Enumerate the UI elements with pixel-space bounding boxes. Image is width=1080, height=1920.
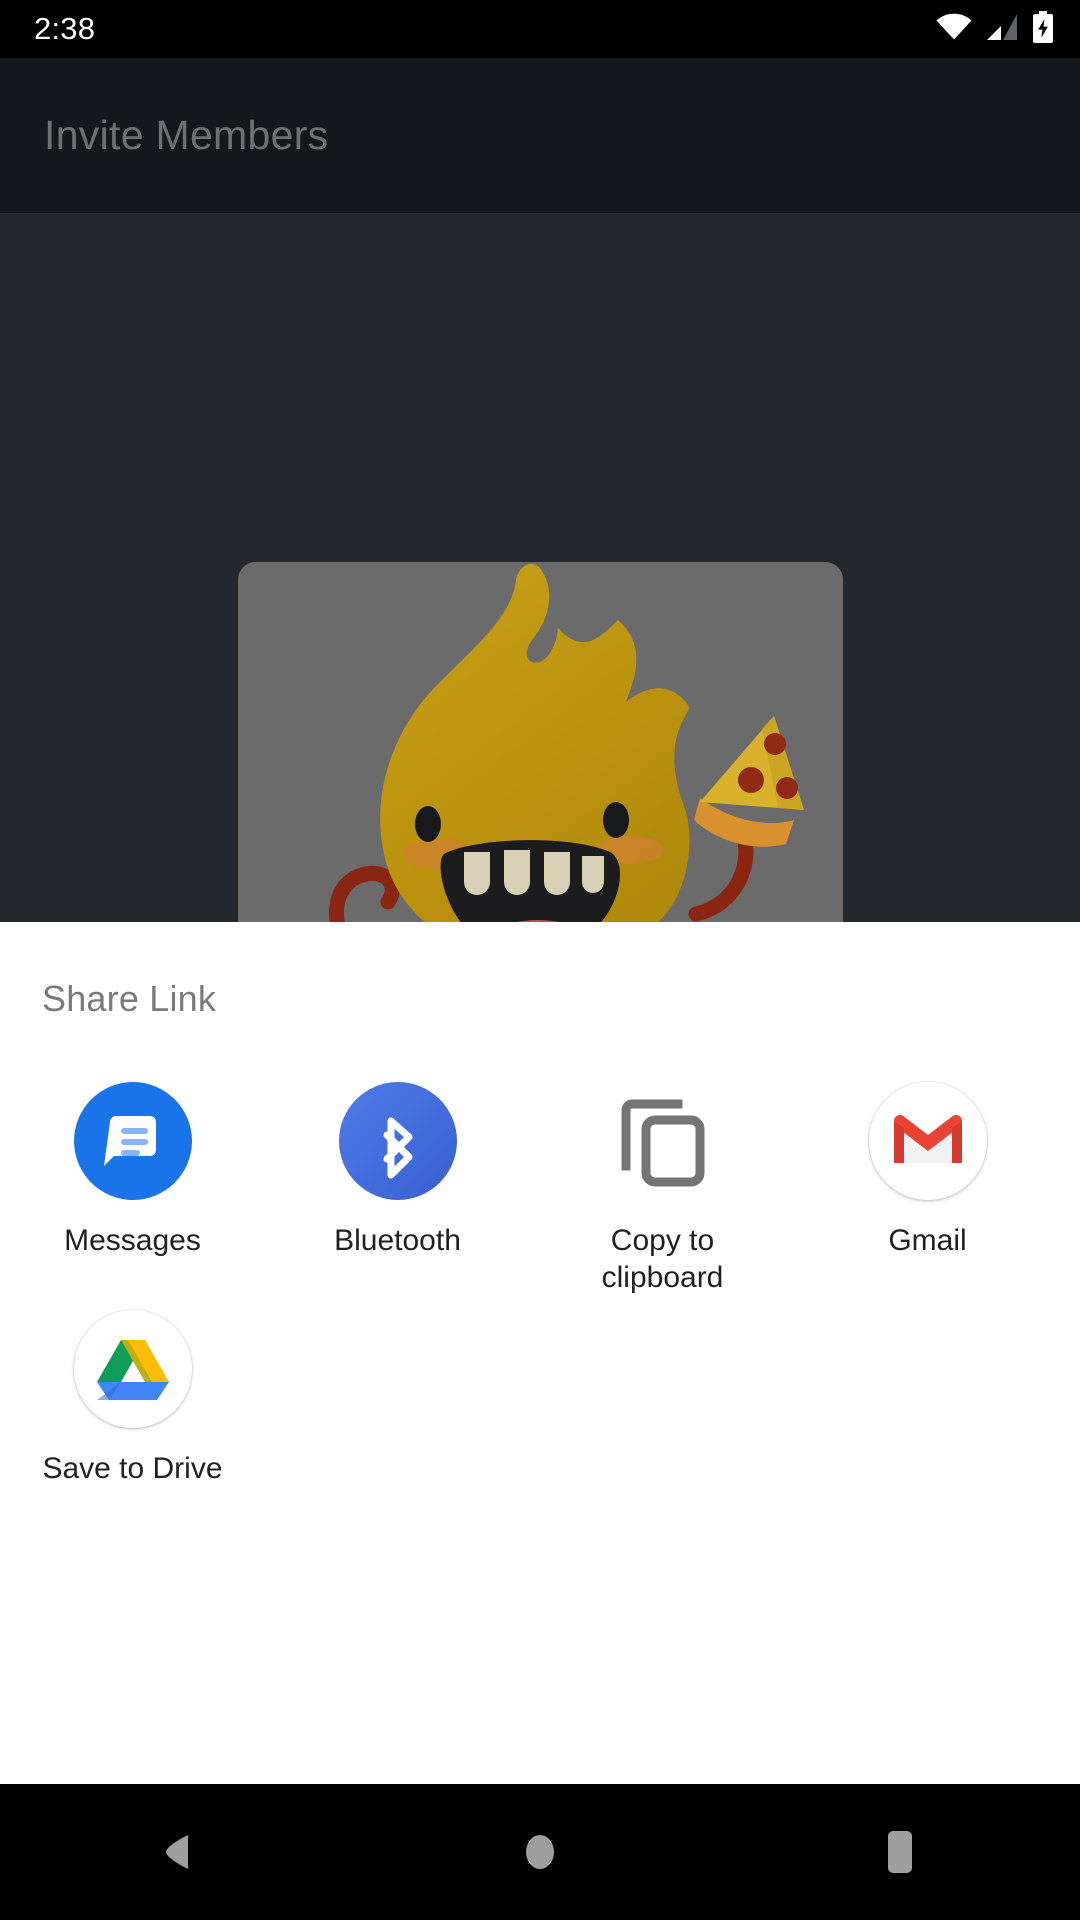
share-target-label: Save to Drive — [42, 1452, 223, 1485]
messages-icon — [73, 1082, 192, 1200]
share-target-label: Bluetooth — [334, 1224, 461, 1257]
back-button[interactable] — [110, 1784, 250, 1920]
share-target-gmail[interactable]: Gmail — [795, 1068, 1060, 1296]
share-target-label: Gmail — [888, 1224, 967, 1257]
gmail-icon — [868, 1082, 987, 1200]
battery-charging-icon — [1032, 10, 1054, 48]
home-button[interactable] — [470, 1784, 610, 1920]
flame-monster-illustration — [238, 562, 843, 922]
status-bar-clock: 2:38 — [34, 11, 96, 46]
page-title: Invite Members — [44, 112, 329, 158]
copy-to-clipboard-icon — [604, 1082, 722, 1200]
share-sheet: Share Link Messages Bluetooth Copy to cl… — [0, 922, 1080, 1784]
navigation-bar — [0, 1784, 1080, 1920]
share-target-save-to-drive[interactable]: Save to Drive — [0, 1296, 265, 1487]
app-toolbar: Invite Members — [0, 58, 1080, 213]
bluetooth-icon — [338, 1082, 457, 1200]
recents-button[interactable] — [830, 1784, 970, 1920]
status-bar: 2:38 — [0, 0, 1080, 58]
share-target-label: Copy to clipboard — [601, 1224, 724, 1294]
wifi-icon — [936, 13, 972, 46]
share-target-copy-to-clipboard[interactable]: Copy to clipboard — [530, 1068, 795, 1296]
share-target-bluetooth[interactable]: Bluetooth — [265, 1068, 530, 1296]
google-drive-icon — [73, 1310, 192, 1428]
share-sheet-title: Share Link — [42, 978, 217, 1019]
share-target-messages[interactable]: Messages — [0, 1068, 265, 1296]
share-target-label: Messages — [64, 1224, 201, 1257]
hero-image-card — [238, 562, 843, 922]
app-content-area — [0, 213, 1080, 922]
cellular-signal-icon — [986, 13, 1018, 46]
share-target-grid: Messages Bluetooth Copy to clipboard Gma… — [0, 1068, 1080, 1487]
status-bar-icons — [936, 10, 1054, 48]
android-screen: 2:38 Invite Members Share Link Messages … — [0, 0, 1080, 1920]
